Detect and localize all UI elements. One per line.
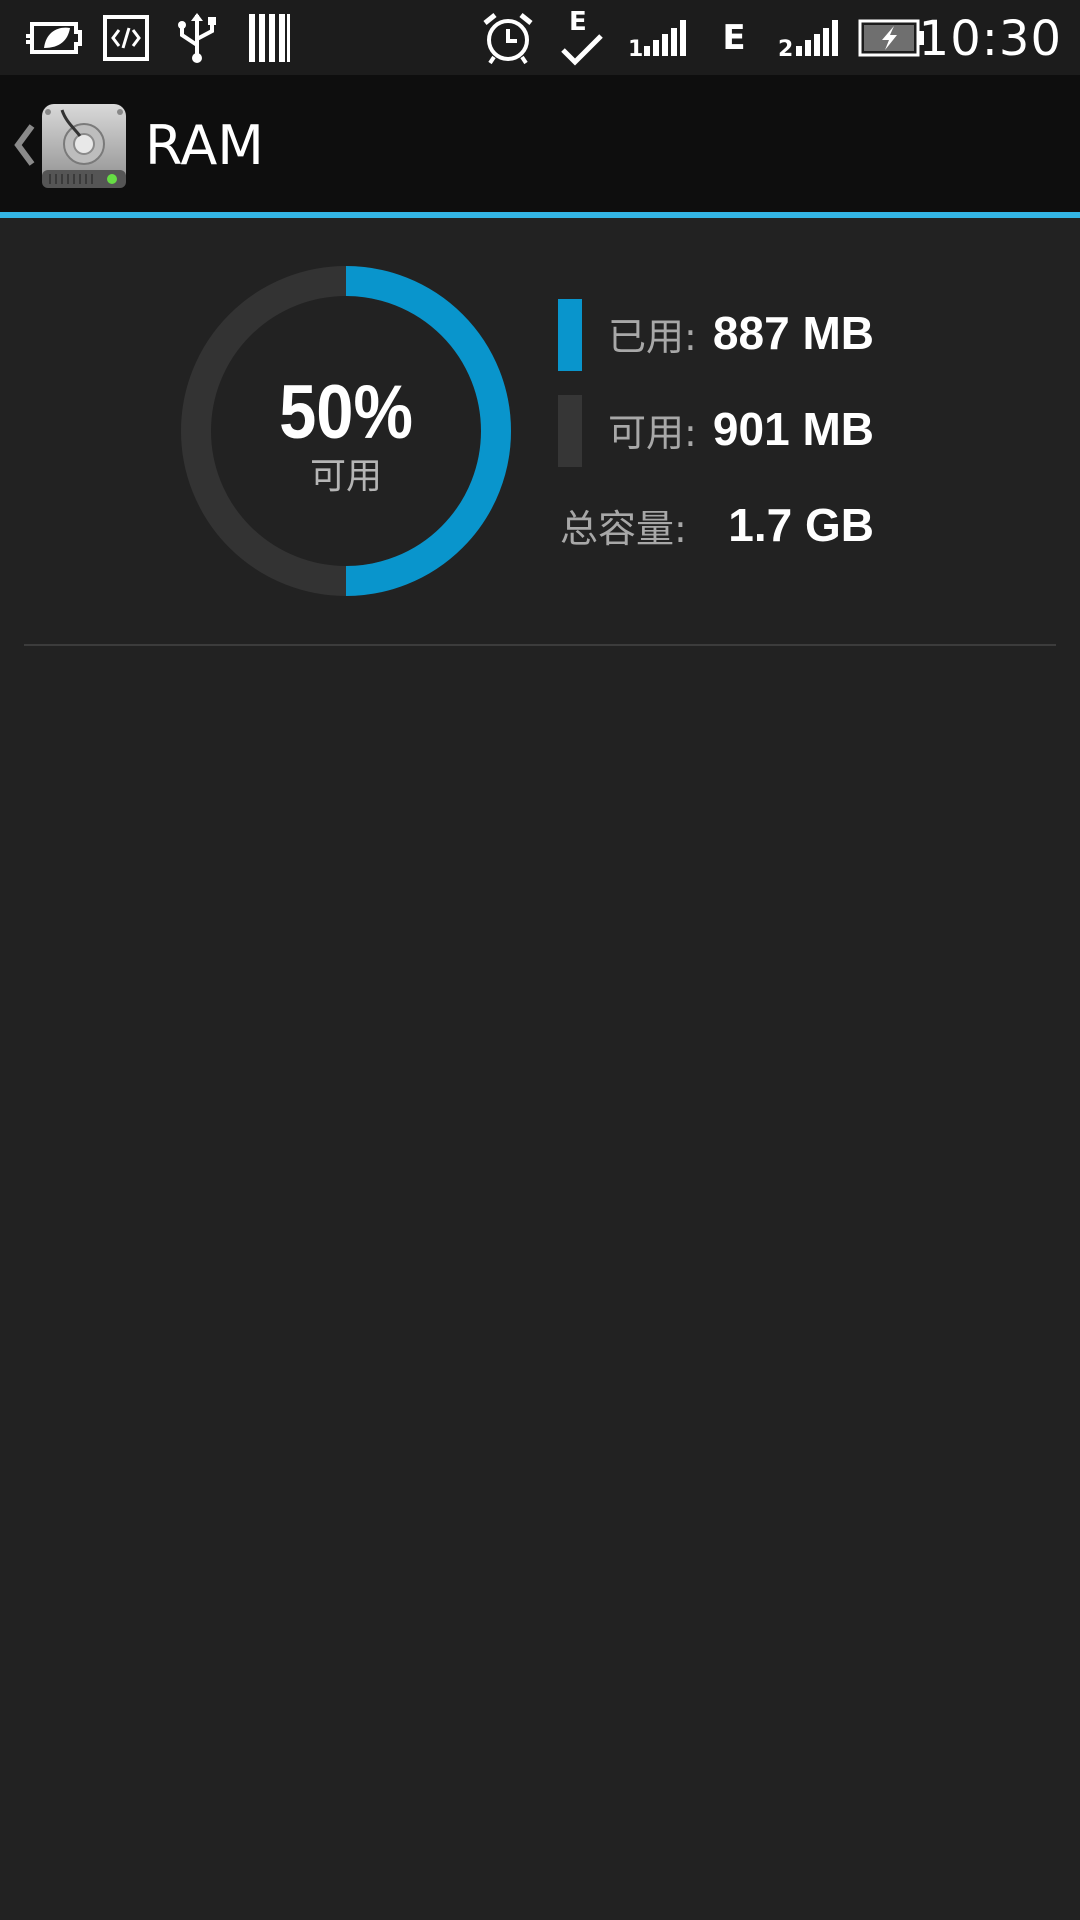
free-value: 901 MB: [712, 403, 874, 455]
used-value: 887 MB: [712, 307, 874, 359]
used-swatch: [558, 299, 582, 371]
divider: [24, 644, 1056, 646]
back-chevron-icon[interactable]: [8, 120, 38, 170]
battery-charging-icon: [858, 0, 926, 75]
edge-label: E: [722, 17, 746, 58]
free-swatch: [558, 395, 582, 467]
hard-drive-stethoscope-icon[interactable]: [40, 102, 128, 190]
svg-text:E: E: [569, 7, 587, 37]
sim1-signal-icon: 1: [628, 0, 690, 75]
content-area: [0, 218, 1080, 1920]
page-title: RAM: [145, 114, 264, 177]
clock: 10:30: [918, 11, 1062, 67]
svg-text:2: 2: [778, 37, 793, 58]
svg-text:1: 1: [628, 37, 643, 58]
edge-icon: E: [718, 0, 750, 75]
barcode-icon: [246, 0, 292, 75]
alarm-icon: [480, 0, 536, 75]
sim2-signal-icon: 2: [778, 0, 842, 75]
sync-check-icon: E: [558, 0, 606, 75]
status-bar: E 1 E 2 10:30: [0, 0, 1080, 75]
usb-icon: [172, 0, 222, 75]
total-value: 1.7 GB: [728, 499, 874, 551]
percent-available: 50%: [279, 370, 413, 455]
percent-available-label: 可用: [309, 456, 382, 497]
power-saver-icon: [22, 0, 84, 75]
developer-code-icon: [100, 0, 152, 75]
